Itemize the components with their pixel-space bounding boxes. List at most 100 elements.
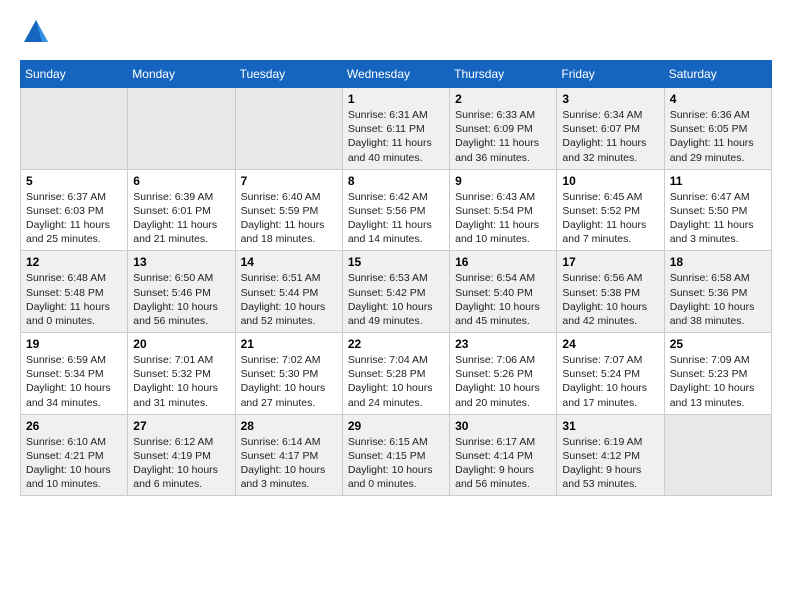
calendar-cell — [21, 88, 128, 170]
day-info: Sunrise: 6:51 AM Sunset: 5:44 PM Dayligh… — [241, 271, 337, 328]
calendar-week-row: 5Sunrise: 6:37 AM Sunset: 6:03 PM Daylig… — [21, 169, 772, 251]
calendar-cell: 21 Sunrise: 7:02 AM Sunset: 5:30 PM Dayli… — [235, 333, 342, 415]
day-number: 18 — [670, 255, 766, 269]
day-number: 7 — [241, 174, 337, 188]
day-info: Sunrise: 6:31 AM Sunset: 6:11 PM Dayligh… — [348, 108, 444, 165]
calendar-cell — [128, 88, 235, 170]
day-number: 2 — [455, 92, 551, 106]
day-number: 15 — [348, 255, 444, 269]
calendar-cell: 24 Sunrise: 7:07 AM Sunset: 5:24 PM Dayli… — [557, 333, 664, 415]
day-number: 11 — [670, 174, 766, 188]
day-info: Sunrise: 7:04 AM Sunset: 5:28 PM Dayligh… — [348, 353, 444, 410]
calendar-cell — [664, 414, 771, 496]
day-number: 30 — [455, 419, 551, 433]
day-number: 1 — [348, 92, 444, 106]
calendar-day-header: Thursday — [450, 61, 557, 88]
day-info: Sunrise: 6:59 AM Sunset: 5:34 PM Dayligh… — [26, 353, 122, 410]
day-number: 22 — [348, 337, 444, 351]
day-number: 14 — [241, 255, 337, 269]
logo — [20, 16, 56, 48]
day-info: Sunrise: 6:50 AM Sunset: 5:46 PM Dayligh… — [133, 271, 229, 328]
calendar-cell: 2Sunrise: 6:33 AM Sunset: 6:09 PM Daylig… — [450, 88, 557, 170]
calendar-table: SundayMondayTuesdayWednesdayThursdayFrid… — [20, 60, 772, 496]
day-number: 31 — [562, 419, 658, 433]
day-number: 24 — [562, 337, 658, 351]
day-number: 29 — [348, 419, 444, 433]
day-info: Sunrise: 6:34 AM Sunset: 6:07 PM Dayligh… — [562, 108, 658, 165]
day-info: Sunrise: 6:14 AM Sunset: 4:17 PM Dayligh… — [241, 435, 337, 492]
day-number: 17 — [562, 255, 658, 269]
day-info: Sunrise: 6:19 AM Sunset: 4:12 PM Dayligh… — [562, 435, 658, 492]
calendar-cell: 9 Sunrise: 6:43 AM Sunset: 5:54 PM Daylig… — [450, 169, 557, 251]
day-number: 21 — [241, 337, 337, 351]
calendar-cell: 30 Sunrise: 6:17 AM Sunset: 4:14 PM Dayli… — [450, 414, 557, 496]
calendar-cell — [235, 88, 342, 170]
day-number: 3 — [562, 92, 658, 106]
day-info: Sunrise: 7:07 AM Sunset: 5:24 PM Dayligh… — [562, 353, 658, 410]
calendar-cell: 8 Sunrise: 6:42 AM Sunset: 5:56 PM Daylig… — [342, 169, 449, 251]
day-info: Sunrise: 6:56 AM Sunset: 5:38 PM Dayligh… — [562, 271, 658, 328]
day-info: Sunrise: 7:01 AM Sunset: 5:32 PM Dayligh… — [133, 353, 229, 410]
day-number: 23 — [455, 337, 551, 351]
calendar-cell: 7Sunrise: 6:40 AM Sunset: 5:59 PM Daylig… — [235, 169, 342, 251]
day-number: 9 — [455, 174, 551, 188]
day-number: 16 — [455, 255, 551, 269]
day-info: Sunrise: 7:02 AM Sunset: 5:30 PM Dayligh… — [241, 353, 337, 410]
day-info: Sunrise: 6:45 AM Sunset: 5:52 PM Dayligh… — [562, 190, 658, 247]
day-info: Sunrise: 6:58 AM Sunset: 5:36 PM Dayligh… — [670, 271, 766, 328]
calendar-cell: 11 Sunrise: 6:47 AM Sunset: 5:50 PM Dayli… — [664, 169, 771, 251]
calendar-cell: 25Sunrise: 7:09 AM Sunset: 5:23 PM Dayli… — [664, 333, 771, 415]
calendar-week-row: 26 Sunrise: 6:10 AM Sunset: 4:21 PM Dayli… — [21, 414, 772, 496]
day-info: Sunrise: 6:36 AM Sunset: 6:05 PM Dayligh… — [670, 108, 766, 165]
calendar-header-row: SundayMondayTuesdayWednesdayThursdayFrid… — [21, 61, 772, 88]
day-info: Sunrise: 6:39 AM Sunset: 6:01 PM Dayligh… — [133, 190, 229, 247]
day-info: Sunrise: 6:48 AM Sunset: 5:48 PM Dayligh… — [26, 271, 122, 328]
calendar-cell: 1 Sunrise: 6:31 AM Sunset: 6:11 PM Daylig… — [342, 88, 449, 170]
calendar-day-header: Monday — [128, 61, 235, 88]
calendar-cell: 29 Sunrise: 6:15 AM Sunset: 4:15 PM Dayli… — [342, 414, 449, 496]
day-number: 10 — [562, 174, 658, 188]
calendar-cell: 14 Sunrise: 6:51 AM Sunset: 5:44 PM Dayli… — [235, 251, 342, 333]
calendar-cell: 15 Sunrise: 6:53 AM Sunset: 5:42 PM Dayli… — [342, 251, 449, 333]
day-info: Sunrise: 6:47 AM Sunset: 5:50 PM Dayligh… — [670, 190, 766, 247]
day-info: Sunrise: 6:53 AM Sunset: 5:42 PM Dayligh… — [348, 271, 444, 328]
calendar-cell: 31 Sunrise: 6:19 AM Sunset: 4:12 PM Dayli… — [557, 414, 664, 496]
day-info: Sunrise: 6:43 AM Sunset: 5:54 PM Dayligh… — [455, 190, 551, 247]
day-info: Sunrise: 6:37 AM Sunset: 6:03 PM Dayligh… — [26, 190, 122, 247]
page: SundayMondayTuesdayWednesdayThursdayFrid… — [0, 0, 792, 612]
calendar-cell: 20 Sunrise: 7:01 AM Sunset: 5:32 PM Dayli… — [128, 333, 235, 415]
day-info: Sunrise: 6:10 AM Sunset: 4:21 PM Dayligh… — [26, 435, 122, 492]
day-info: Sunrise: 6:42 AM Sunset: 5:56 PM Dayligh… — [348, 190, 444, 247]
day-number: 26 — [26, 419, 122, 433]
calendar-cell: 3 Sunrise: 6:34 AM Sunset: 6:07 PM Daylig… — [557, 88, 664, 170]
day-info: Sunrise: 7:06 AM Sunset: 5:26 PM Dayligh… — [455, 353, 551, 410]
calendar-day-header: Wednesday — [342, 61, 449, 88]
calendar-cell: 18 Sunrise: 6:58 AM Sunset: 5:36 PM Dayli… — [664, 251, 771, 333]
calendar-cell: 26 Sunrise: 6:10 AM Sunset: 4:21 PM Dayli… — [21, 414, 128, 496]
day-info: Sunrise: 6:17 AM Sunset: 4:14 PM Dayligh… — [455, 435, 551, 492]
day-number: 6 — [133, 174, 229, 188]
calendar-day-header: Tuesday — [235, 61, 342, 88]
day-number: 19 — [26, 337, 122, 351]
calendar-cell: 23 Sunrise: 7:06 AM Sunset: 5:26 PM Dayli… — [450, 333, 557, 415]
calendar-cell: 13 Sunrise: 6:50 AM Sunset: 5:46 PM Dayli… — [128, 251, 235, 333]
calendar-cell: 16 Sunrise: 6:54 AM Sunset: 5:40 PM Dayli… — [450, 251, 557, 333]
day-number: 28 — [241, 419, 337, 433]
calendar-cell: 5Sunrise: 6:37 AM Sunset: 6:03 PM Daylig… — [21, 169, 128, 251]
calendar-cell: 4 Sunrise: 6:36 AM Sunset: 6:05 PM Daylig… — [664, 88, 771, 170]
calendar-day-header: Sunday — [21, 61, 128, 88]
day-number: 8 — [348, 174, 444, 188]
day-info: Sunrise: 6:54 AM Sunset: 5:40 PM Dayligh… — [455, 271, 551, 328]
day-number: 4 — [670, 92, 766, 106]
day-number: 27 — [133, 419, 229, 433]
day-number: 13 — [133, 255, 229, 269]
calendar-cell: 10 Sunrise: 6:45 AM Sunset: 5:52 PM Dayli… — [557, 169, 664, 251]
calendar-cell: 22 Sunrise: 7:04 AM Sunset: 5:28 PM Dayli… — [342, 333, 449, 415]
calendar-cell: 17 Sunrise: 6:56 AM Sunset: 5:38 PM Dayli… — [557, 251, 664, 333]
day-info: Sunrise: 7:09 AM Sunset: 5:23 PM Dayligh… — [670, 353, 766, 410]
calendar-cell: 19 Sunrise: 6:59 AM Sunset: 5:34 PM Dayli… — [21, 333, 128, 415]
calendar-cell: 12Sunrise: 6:48 AM Sunset: 5:48 PM Dayli… — [21, 251, 128, 333]
calendar-day-header: Friday — [557, 61, 664, 88]
day-number: 20 — [133, 337, 229, 351]
day-info: Sunrise: 6:15 AM Sunset: 4:15 PM Dayligh… — [348, 435, 444, 492]
